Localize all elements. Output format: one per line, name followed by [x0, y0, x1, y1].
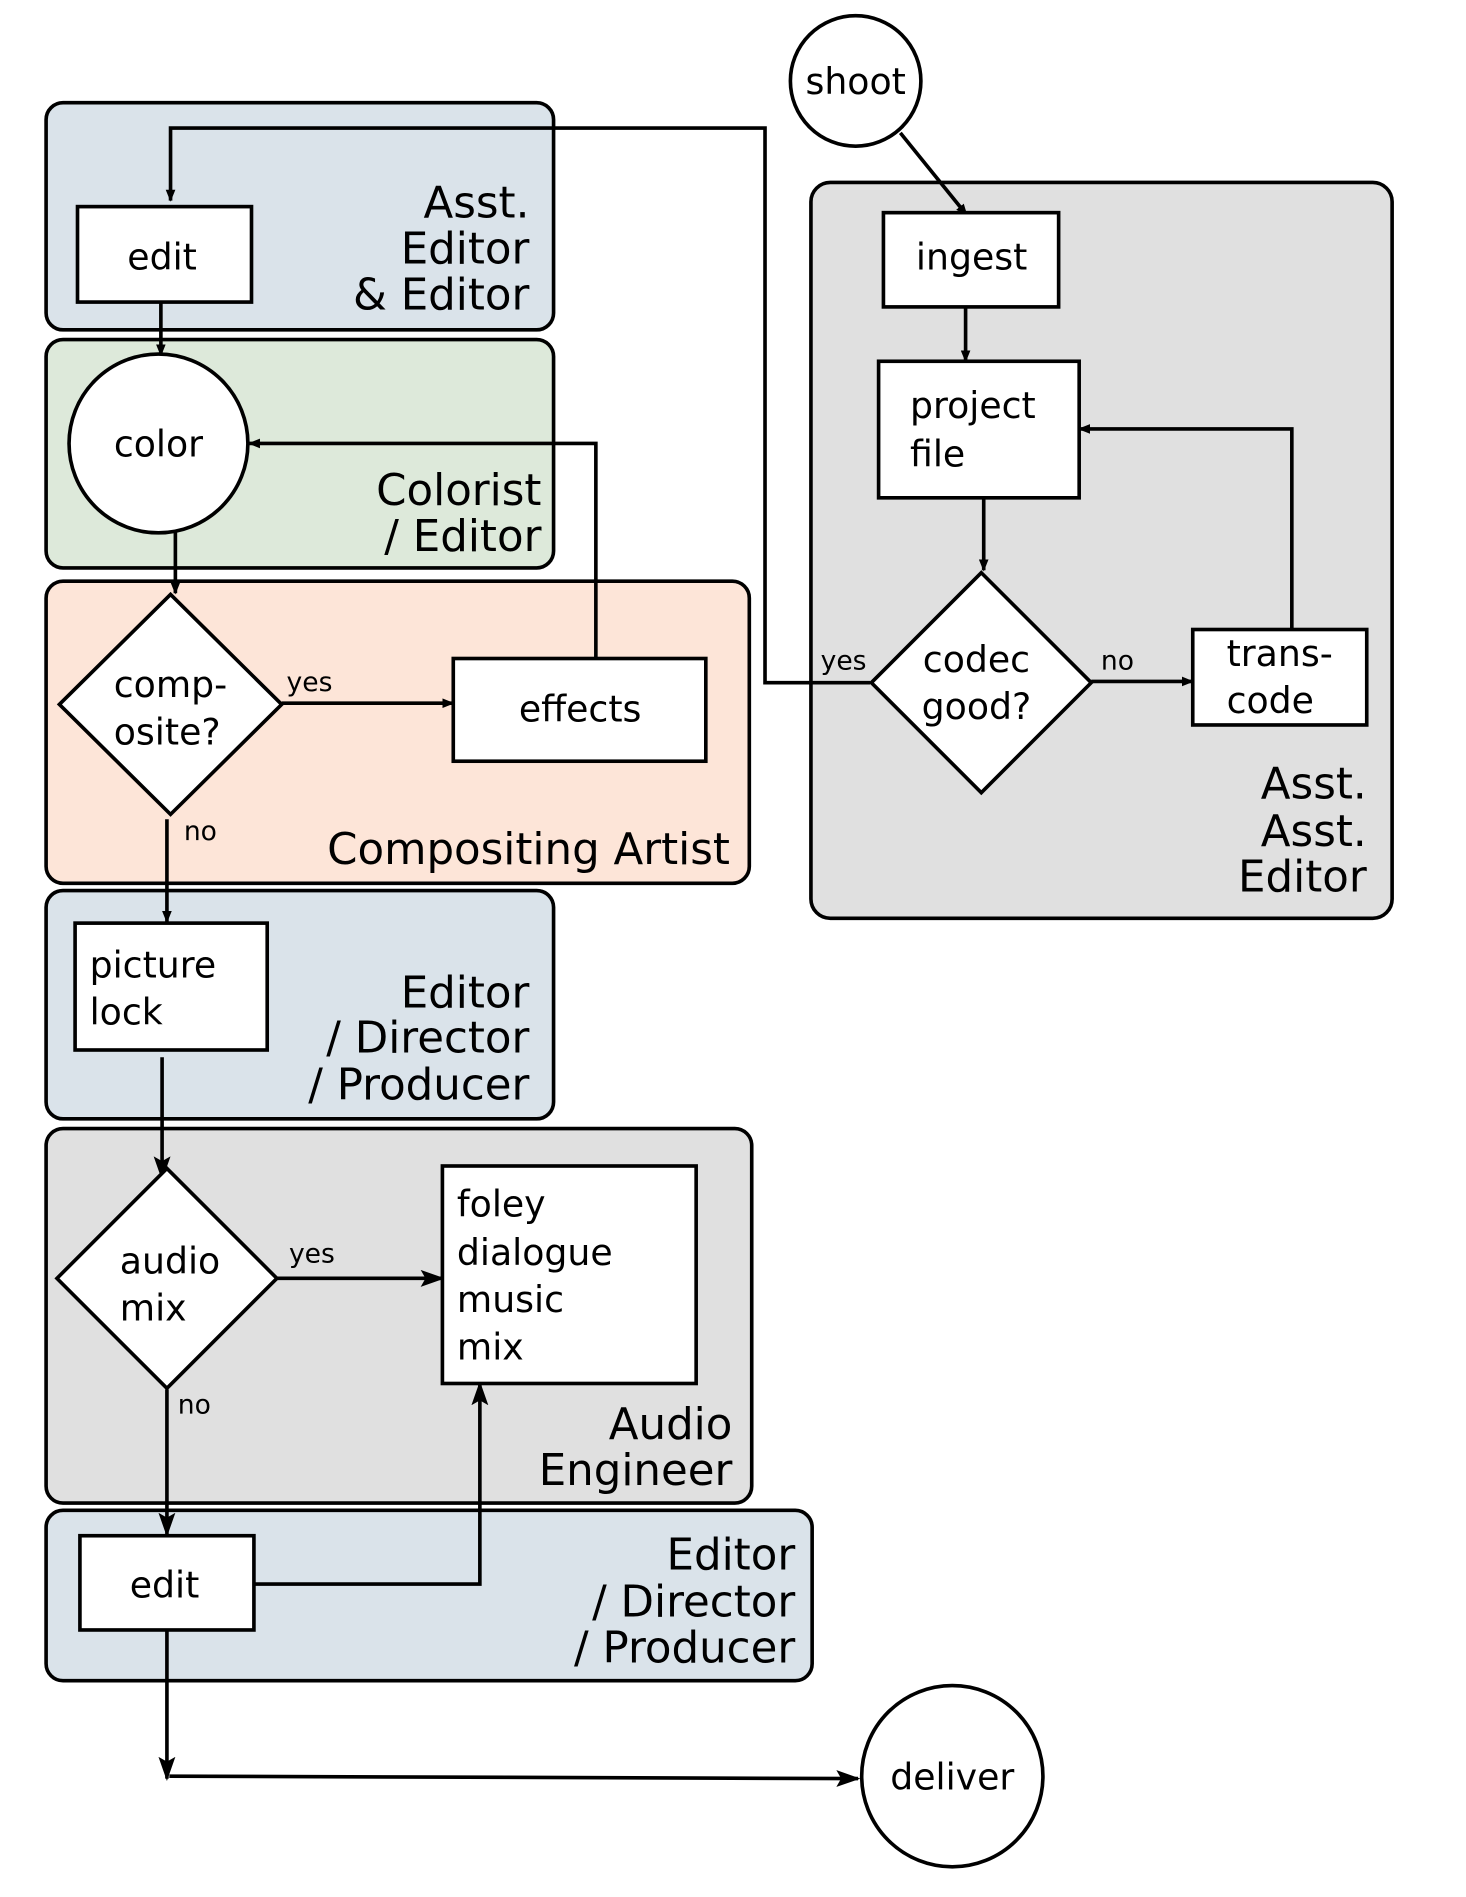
effects-label: effects: [519, 687, 642, 730]
lane-label: / Director: [326, 1013, 529, 1063]
edge-label-yes: yes: [289, 1239, 335, 1270]
codec-good-label: codec: [923, 638, 1030, 681]
project-file-node: [876, 359, 1081, 500]
final-edit-label: edit: [130, 1563, 200, 1606]
lane-label: / Producer: [308, 1061, 529, 1111]
project-file-label: project: [910, 384, 1036, 427]
edge-label-yes: yes: [287, 667, 333, 698]
lane-label: & Editor: [353, 270, 530, 320]
codec-good-label: good?: [922, 685, 1032, 728]
lane-label: Asst.: [423, 178, 529, 228]
project-file-label: file: [910, 432, 965, 475]
picture-lock-label: picture: [90, 943, 217, 986]
edge-label-no: no: [1101, 645, 1134, 676]
ingest-label: ingest: [916, 235, 1027, 278]
audio-task-label: foley: [457, 1183, 546, 1226]
lane-label: / Editor: [384, 512, 541, 562]
deliver-label: deliver: [890, 1755, 1014, 1798]
lane-label: Compositing Artist: [327, 825, 730, 875]
lane-label: / Producer: [574, 1624, 795, 1674]
lane-label: Editor: [667, 1531, 796, 1581]
audio-mix-label: audio: [120, 1240, 220, 1283]
lane-label: Audio: [609, 1400, 733, 1450]
audio-task-label: mix: [457, 1325, 524, 1368]
audio-task-label: dialogue: [457, 1231, 613, 1274]
composite-label: comp-: [114, 663, 227, 706]
transcode-label: code: [1227, 679, 1314, 722]
edit-label: edit: [127, 235, 197, 278]
transcode-label: trans-: [1227, 632, 1333, 675]
picture-lock-label: lock: [90, 991, 163, 1034]
lane-label: Editor: [401, 224, 530, 274]
lane-label: Colorist: [376, 466, 541, 516]
edge-label-no: no: [178, 1390, 211, 1421]
audio-task-label: music: [457, 1278, 564, 1321]
composite-label: osite?: [114, 710, 221, 753]
lane-label: / Director: [592, 1578, 795, 1628]
lane-label: Asst.: [1261, 760, 1367, 810]
lane-label: Editor: [401, 969, 530, 1019]
workflow-diagram: Asst. Editor & Editor Colorist / Editor …: [44, 13, 1394, 1869]
color-label: color: [114, 423, 203, 466]
edge-label-no: no: [184, 816, 217, 847]
edge-label-yes: yes: [821, 645, 867, 676]
lane-label: Editor: [1238, 853, 1367, 903]
lane-label: Engineer: [539, 1446, 733, 1496]
audio-mix-label: mix: [120, 1287, 187, 1330]
lane-label: Asst.: [1261, 807, 1367, 857]
arrow-to-deliver: [169, 1770, 861, 1787]
shoot-label: shoot: [805, 60, 905, 103]
